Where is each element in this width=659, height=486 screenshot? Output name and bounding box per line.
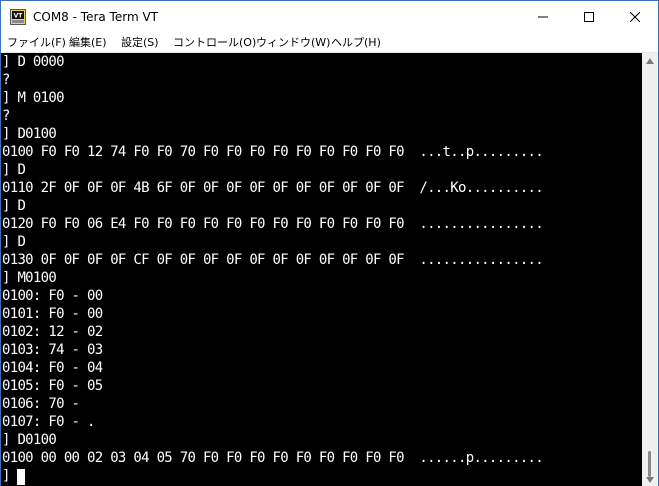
title-bar[interactable]: VT COM8 - Tera Term VT	[1, 1, 658, 33]
maximize-button[interactable]	[566, 1, 612, 33]
terminal-line: 0130 0F 0F 0F 0F CF 0F 0F 0F 0F 0F 0F 0F…	[2, 252, 544, 268]
terminal-line: ] D	[2, 162, 26, 178]
vertical-scrollbar[interactable]	[642, 53, 658, 486]
window-title: COM8 - Tera Term VT	[33, 10, 158, 24]
close-button[interactable]	[612, 1, 658, 33]
menu-file[interactable]: ファイル(F)	[7, 35, 66, 50]
terminal-line: 0103: 74 - 03	[2, 342, 103, 358]
terminal-line: ] M 0100	[2, 90, 65, 106]
terminal-line: 0100 F0 F0 12 74 F0 F0 70 F0 F0 F0 F0 F0…	[2, 144, 544, 160]
terminal-line: ] D0100	[2, 432, 57, 448]
teraterm-vt-icon[interactable]: VT	[10, 9, 26, 25]
chevron-up-icon[interactable]	[646, 58, 654, 64]
terminal-line: 0100 00 00 02 03 04 05 70 F0 F0 F0 F0 F0…	[2, 450, 544, 466]
scroll-thumb[interactable]	[648, 451, 651, 477]
menu-settings[interactable]: 設定(S)	[121, 35, 159, 50]
terminal-line: 0100: F0 - 00	[2, 288, 103, 304]
menu-control[interactable]: コントロール(O)	[173, 35, 256, 50]
terminal-line: 0106: 70 -	[2, 396, 80, 412]
terminal-line: 0102: 12 - 02	[2, 324, 103, 340]
terminal-line: ?	[2, 72, 10, 88]
terminal-line: ] D	[2, 234, 26, 250]
chevron-down-icon[interactable]	[646, 477, 654, 483]
terminal-line: ] D0100	[2, 126, 57, 142]
terminal-line: 0104: F0 - 04	[2, 360, 103, 376]
menu-help[interactable]: ヘルプ(H)	[331, 35, 381, 50]
text-cursor	[17, 469, 25, 485]
minimize-icon	[538, 16, 548, 18]
terminal-line: ] D 0000	[2, 54, 65, 70]
terminal-line: 0120 F0 F0 06 E4 F0 F0 F0 F0 F0 F0 F0 F0…	[2, 216, 544, 232]
app-icon-label: VT	[14, 13, 24, 20]
teraterm-window: VT COM8 - Tera Term VT ファイル(F) 編集(E) 設定(…	[0, 0, 659, 486]
terminal-line: 0105: F0 - 05	[2, 378, 103, 394]
close-icon	[630, 12, 640, 22]
terminal-prompt-line: ]	[2, 468, 10, 484]
minimize-button[interactable]	[520, 1, 566, 33]
terminal-line: ?	[2, 108, 10, 124]
terminal-line: 0110 2F 0F 0F 0F 4B 6F 0F 0F 0F 0F 0F 0F…	[2, 180, 544, 196]
terminal-line: ] M0100	[2, 270, 57, 286]
menu-window[interactable]: ウィンドウ(W)	[256, 35, 330, 50]
terminal-line: 0101: F0 - 00	[2, 306, 103, 322]
terminal-screen[interactable]: ] D 0000 ? ] M 0100 ? ] D0100 0100 F0 F0…	[1, 53, 642, 486]
menu-bar: ファイル(F) 編集(E) 設定(S) コントロール(O) ウィンドウ(W) ヘ…	[1, 33, 658, 53]
terminal-line: 0107: F0 - .	[2, 414, 95, 430]
terminal-line: ] D	[2, 198, 26, 214]
maximize-icon	[584, 12, 594, 22]
menu-edit[interactable]: 編集(E)	[69, 35, 107, 50]
